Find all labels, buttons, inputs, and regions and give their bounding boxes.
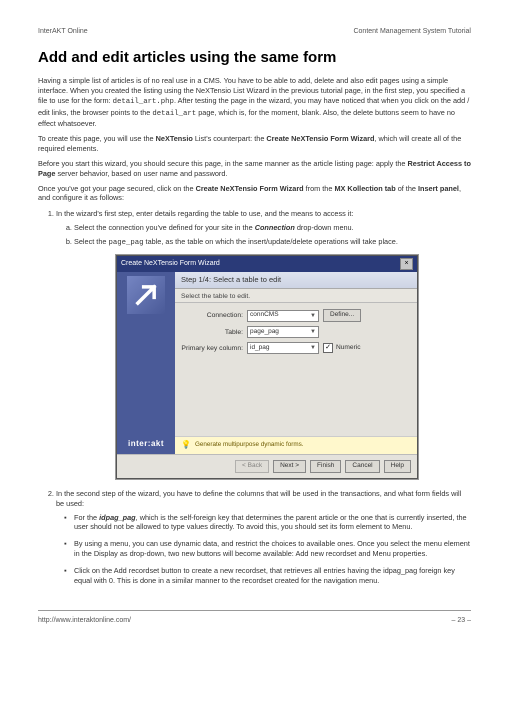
bullet-idpag: For the idpag_pag, which is the self-for… — [74, 513, 471, 533]
wizard-logo — [127, 276, 165, 314]
pk-select[interactable]: id_pag▼ — [247, 342, 319, 354]
checkbox-checked-icon: ✓ — [323, 343, 333, 353]
close-icon[interactable]: × — [400, 258, 413, 270]
para-2: To create this page, you will use the Ne… — [38, 134, 471, 154]
wizard-brand: inter:akt — [128, 439, 164, 450]
label-pk: Primary key column: — [181, 344, 243, 353]
wizard-hint: 💡 Generate multipurpose dynamic forms. — [175, 436, 417, 454]
bullet-menu: By using a menu, you can use dynamic dat… — [74, 539, 471, 559]
wizard-button-bar: < Back Next > Finish Cancel Help — [117, 454, 417, 478]
label-table: Table: — [181, 328, 243, 337]
code-detail-php: detail_art.php — [113, 98, 174, 106]
para-4: Once you've got your page secured, click… — [38, 184, 471, 204]
wizard-sidebar: inter:akt — [117, 272, 175, 454]
finish-button[interactable]: Finish — [310, 460, 341, 473]
wizard-step-label: Step 1/4: Select a table to edit — [175, 272, 417, 289]
label-connection: Connection: — [181, 311, 243, 320]
wizard-title-text: Create NeXTensio Form Wizard — [121, 259, 220, 268]
step-1a: Select the connection you've defined for… — [74, 223, 471, 233]
step-1b: Select the page_pag table, as the table … — [74, 237, 471, 249]
back-button[interactable]: < Back — [235, 460, 269, 473]
bullet-recordset: Click on the Add recordset button to cre… — [74, 566, 471, 586]
help-button[interactable]: Help — [384, 460, 411, 473]
header-left: InterAKT Online — [38, 28, 88, 35]
lightbulb-icon: 💡 — [181, 440, 191, 451]
page-title: Add and edit articles using the same for… — [38, 49, 471, 66]
table-select[interactable]: page_pag▼ — [247, 326, 319, 338]
footer-page: – 23 – — [452, 617, 471, 624]
footer-url: http://www.interaktonline.com/ — [38, 617, 131, 624]
code-detail-art: detail_art — [152, 110, 196, 118]
next-button[interactable]: Next > — [273, 460, 306, 473]
define-button[interactable]: Define... — [323, 309, 361, 322]
numeric-checkbox[interactable]: ✓ Numeric — [323, 343, 361, 353]
step-2: In the second step of the wizard, you ha… — [56, 489, 471, 586]
wizard-subtitle: Select the table to edit. — [175, 289, 417, 303]
header-right: Content Management System Tutorial — [353, 28, 471, 35]
para-3: Before you start this wizard, you should… — [38, 159, 471, 179]
connection-select[interactable]: connCMS▼ — [247, 310, 319, 322]
para-1: Having a simple list of articles is of n… — [38, 76, 471, 129]
step-1: In the wizard's first step, enter detail… — [56, 209, 471, 479]
footer-rule — [38, 610, 471, 611]
chevron-down-icon: ▼ — [308, 344, 316, 352]
wizard-titlebar: Create NeXTensio Form Wizard × — [117, 256, 417, 272]
arrow-up-right-icon — [132, 281, 160, 309]
chevron-down-icon: ▼ — [308, 328, 316, 336]
wizard-dialog: Create NeXTensio Form Wizard × inter:akt… — [116, 255, 418, 479]
chevron-down-icon: ▼ — [308, 312, 316, 320]
cancel-button[interactable]: Cancel — [345, 460, 379, 473]
